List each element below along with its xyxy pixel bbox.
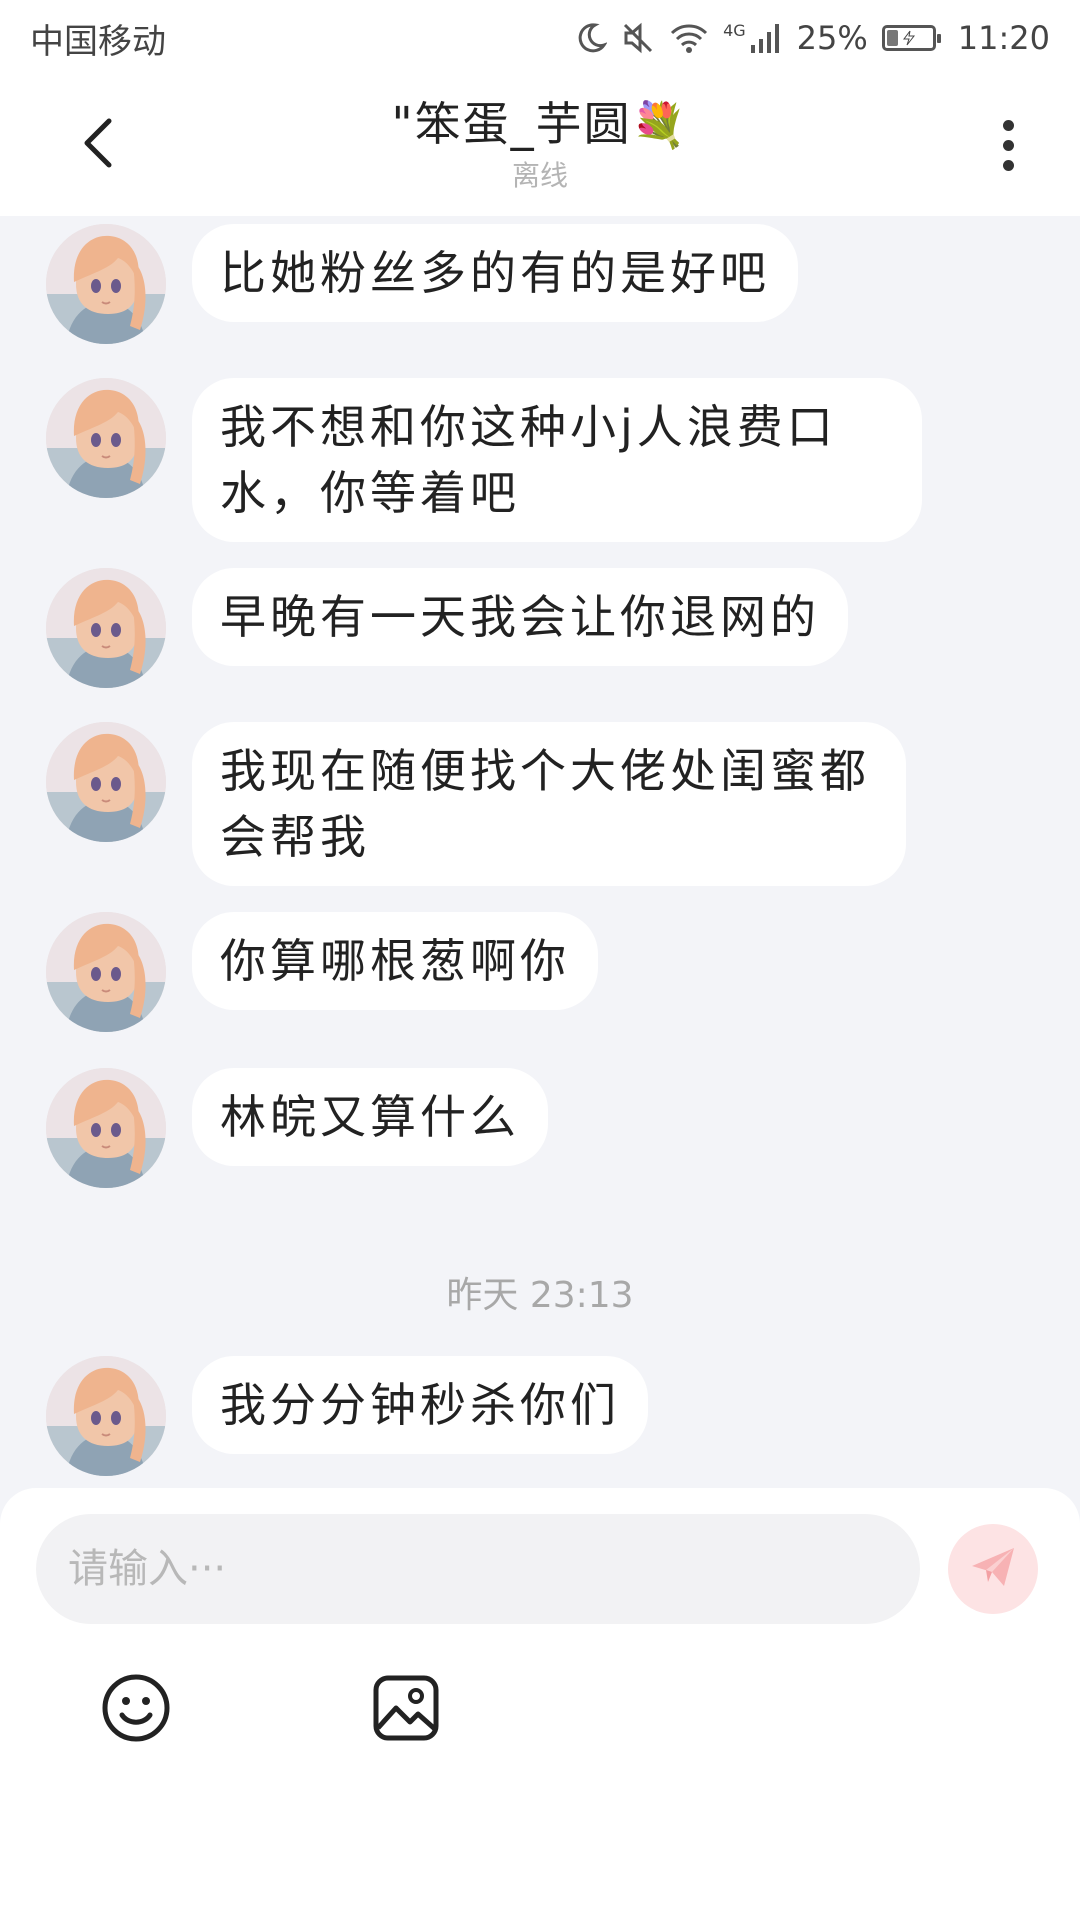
message-bubble[interactable]: 我不想和你这种小j人浪费口水，你等着吧 [192, 378, 922, 542]
send-icon [966, 1540, 1020, 1598]
online-status: 离线 [511, 159, 568, 192]
network-type: 4G [723, 21, 746, 40]
message-row: 我分分钟秒杀你们 [46, 1356, 648, 1476]
message-bubble[interactable]: 我分分钟秒杀你们 [192, 1356, 648, 1454]
more-icon-dot [1002, 139, 1014, 151]
message-input[interactable] [36, 1514, 920, 1624]
signal-icon: 4G [723, 21, 783, 55]
message-timestamp: 昨天 23:13 [446, 1275, 634, 1316]
avatar[interactable] [46, 912, 166, 1032]
avatar[interactable] [46, 1356, 166, 1476]
clock: 11:20 [957, 19, 1050, 57]
flower-emoji: 💐 [631, 100, 689, 151]
mute-icon [621, 21, 655, 55]
message-row: 你算哪根葱啊你 [46, 912, 598, 1032]
send-button[interactable] [948, 1524, 1038, 1614]
message-list[interactable]: 比她粉丝多的有的是好吧 我不想和你这种小j人浪费口水，你等着吧 早晚有一天我会让… [0, 216, 1080, 1490]
message-row: 比她粉丝多的有的是好吧 [46, 224, 798, 344]
message-bubble[interactable]: 你算哪根葱啊你 [192, 912, 598, 1010]
message-bubble[interactable]: 林皖又算什么 [192, 1068, 548, 1166]
avatar[interactable] [46, 378, 166, 498]
avatar[interactable] [46, 568, 166, 688]
avatar[interactable] [46, 722, 166, 842]
chat-screen: 中国移动 4G 25% 11:20 "笨蛋_芋圆💐 离线 比她粉丝多的有的是好吧… [0, 0, 1080, 1920]
moon-icon [573, 21, 608, 55]
more-icon-dot [1002, 159, 1014, 171]
message-row: 我不想和你这种小j人浪费口水，你等着吧 [46, 378, 922, 542]
emoji-button[interactable] [96, 1670, 176, 1750]
chat-header: "笨蛋_芋圆💐 离线 [0, 76, 1080, 216]
message-bubble[interactable]: 比她粉丝多的有的是好吧 [192, 224, 798, 322]
status-bar: 中国移动 4G 25% 11:20 [0, 0, 1080, 76]
battery-level [886, 30, 898, 46]
contact-name-text: "笨蛋_芋圆 [391, 97, 632, 151]
back-icon [77, 115, 117, 175]
battery-icon [881, 25, 941, 51]
avatar[interactable] [46, 224, 166, 344]
emoji-icon [100, 1672, 172, 1748]
more-icon-dot [1002, 119, 1014, 131]
message-bubble[interactable]: 早晚有一天我会让你退网的 [192, 568, 848, 666]
more-options-button[interactable] [978, 110, 1038, 180]
status-icons: 4G 25% 11:20 [573, 19, 1050, 57]
avatar[interactable] [46, 1068, 166, 1188]
image-icon [370, 1672, 442, 1748]
contact-name: "笨蛋_芋圆💐 [200, 92, 880, 158]
image-button[interactable] [366, 1670, 446, 1750]
carrier-label: 中国移动 [30, 21, 166, 62]
message-row: 早晚有一天我会让你退网的 [46, 568, 848, 688]
back-button[interactable] [62, 110, 132, 180]
composer-panel [0, 1488, 1080, 1920]
title-block: "笨蛋_芋圆💐 离线 [200, 92, 880, 194]
message-bubble[interactable]: 我现在随便找个大佬处闺蜜都会帮我 [192, 722, 906, 886]
battery-percent: 25% [796, 19, 868, 57]
wifi-icon [669, 21, 709, 55]
message-row: 我现在随便找个大佬处闺蜜都会帮我 [46, 722, 906, 886]
message-row: 林皖又算什么 [46, 1068, 548, 1188]
